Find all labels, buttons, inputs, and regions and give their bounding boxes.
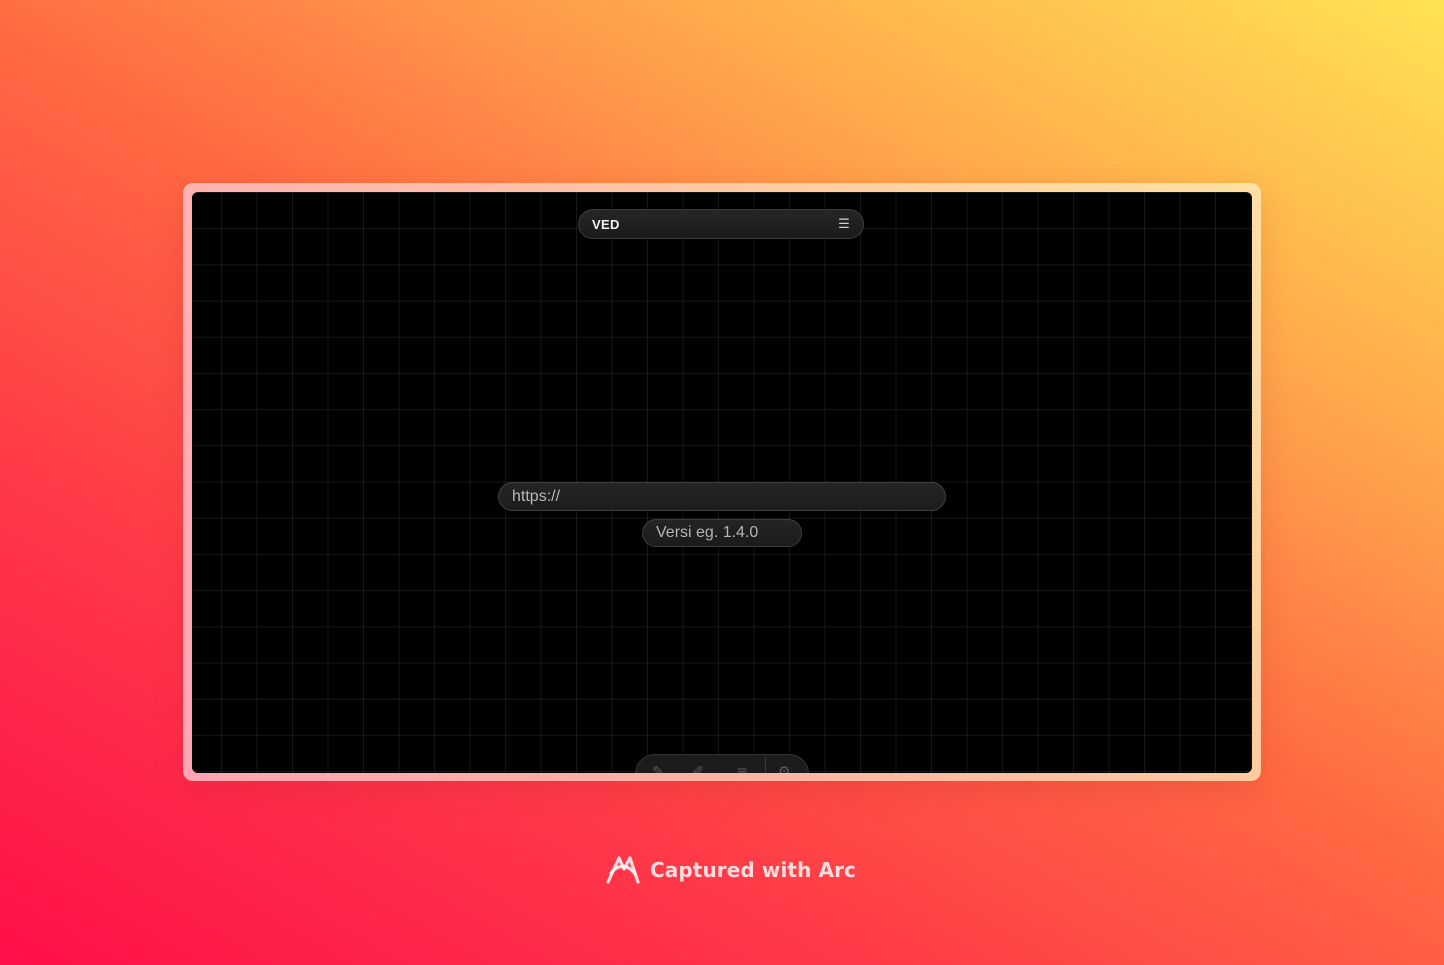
arc-logo-icon [606, 856, 640, 884]
brush-icon[interactable]: ✐ [689, 763, 707, 773]
watermark-text: Captured with Arc [650, 858, 856, 882]
pen-icon[interactable]: ✎ [649, 763, 667, 773]
arc-watermark: Captured with Arc [604, 852, 856, 888]
app-brand: VED [592, 217, 620, 232]
url-input[interactable] [498, 482, 946, 511]
version-input[interactable] [642, 519, 802, 547]
bottom-toolbar: ✎ ✐ ≡ ⚙ [635, 754, 809, 773]
top-nav-bar: VED ☰ [578, 209, 864, 239]
toolbar-divider [765, 757, 766, 773]
app-viewport: VED ☰ ✎ ✐ ≡ ⚙ [192, 192, 1252, 773]
gear-icon[interactable]: ⚙ [775, 763, 793, 773]
lines-icon[interactable]: ≡ [733, 763, 751, 773]
hamburger-menu-icon[interactable]: ☰ [838, 218, 850, 231]
